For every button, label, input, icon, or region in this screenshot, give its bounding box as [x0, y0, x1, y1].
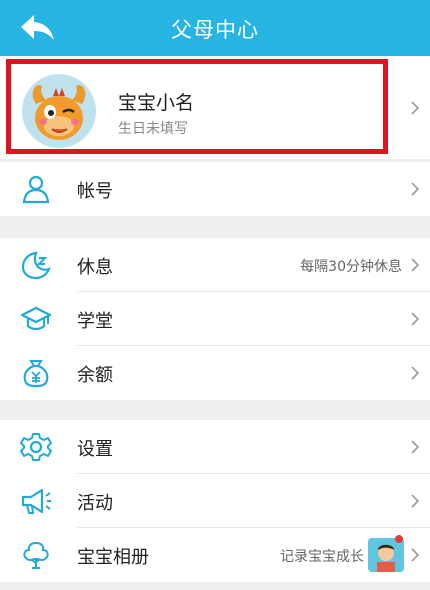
- notification-dot: [395, 535, 403, 543]
- menu-item-school[interactable]: 学堂: [0, 292, 430, 346]
- chevron-right-icon: [411, 440, 420, 454]
- menu-label: 休息: [77, 257, 113, 278]
- album-hint-value: 记录宝宝成长: [280, 549, 364, 565]
- menu-item-album[interactable]: 宝宝相册 记录宝宝成长: [0, 528, 430, 582]
- menu-label: 帐号: [77, 181, 113, 202]
- avatar: [22, 74, 96, 148]
- dragon-avatar-icon: [32, 85, 86, 140]
- chevron-right-icon: [411, 258, 420, 272]
- menu-label: 余额: [77, 365, 113, 386]
- baby-name: 宝宝小名: [118, 92, 195, 114]
- user-icon: [22, 175, 50, 204]
- chevron-right-icon: [411, 312, 420, 326]
- megaphone-icon: [21, 488, 51, 514]
- page-title: 父母中心: [171, 18, 259, 42]
- rest-interval-value: 每隔30分钟休息: [300, 259, 402, 275]
- menu-item-rest[interactable]: 休息 每隔30分钟休息: [0, 238, 430, 292]
- menu-item-account[interactable]: 帐号: [0, 162, 430, 216]
- menu-label: 学堂: [77, 311, 113, 332]
- menu-label: 活动: [77, 493, 113, 514]
- menu-item-settings[interactable]: 设置: [0, 420, 430, 474]
- money-bag-icon: [23, 360, 49, 388]
- moon-icon: [21, 251, 51, 280]
- birthday-status: 生日未填写: [118, 121, 188, 137]
- album-thumbnail: [368, 538, 404, 572]
- app-header: 父母中心: [0, 0, 430, 56]
- profile-row[interactable]: 宝宝小名 生日未填写: [0, 56, 430, 159]
- graduation-cap-icon: [20, 306, 52, 331]
- gear-icon: [20, 433, 52, 461]
- chevron-right-icon: [411, 548, 420, 562]
- child-photo-icon: [368, 538, 404, 572]
- chevron-right-icon: [411, 366, 420, 380]
- menu-label: 宝宝相册: [77, 547, 149, 568]
- chevron-right-icon: [411, 182, 420, 196]
- menu-item-balance[interactable]: 余额: [0, 346, 430, 400]
- menu-label: 设置: [77, 439, 113, 460]
- menu-item-events[interactable]: 活动: [0, 474, 430, 528]
- chevron-right-icon: [411, 494, 420, 508]
- tree-icon: [23, 541, 49, 569]
- chevron-right-icon: [411, 101, 420, 115]
